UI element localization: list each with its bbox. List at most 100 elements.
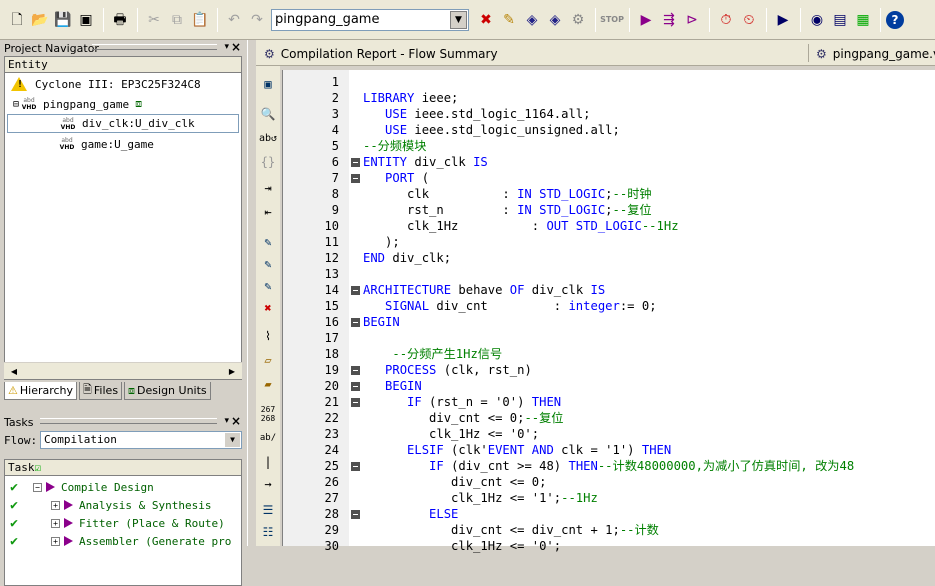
simulation-icon[interactable]: ▶ (772, 9, 794, 31)
scroll-left-icon[interactable]: ◀ (6, 364, 22, 379)
hierarchy-icon: ⧈ (135, 97, 143, 110)
new-file-icon[interactable]: 🗋 (6, 9, 28, 31)
code-line: USE ieee.std_logic_1164.all; (385, 107, 591, 121)
expand-icon[interactable]: + (51, 500, 60, 510)
vhdl-file-icon: abd VHD (60, 116, 76, 131)
pin-icon[interactable]: ▾ (224, 42, 229, 52)
save-icon[interactable]: 💾 (52, 9, 74, 31)
tree-item-game[interactable]: abd VHD game:U_game (59, 135, 154, 153)
project-navigator-label: Project Navigator (4, 41, 99, 55)
expand-icon[interactable]: + (51, 536, 60, 546)
replace-icon[interactable]: ab↺ (258, 128, 278, 148)
line-number: 1 (331, 75, 339, 89)
panel-splitter[interactable] (247, 40, 256, 546)
code-line: IF (div_cnt >= 48) THEN--计数48000000,为减小了… (429, 459, 855, 473)
block-comment-icon[interactable]: ▱ (258, 350, 278, 370)
fold-toggle-icon[interactable] (351, 510, 360, 519)
task-row[interactable]: ✔ + Analysis & Synthesis (5, 496, 211, 514)
pencil-icon[interactable]: ✎ (498, 9, 520, 31)
line-number: 23 (324, 427, 339, 441)
fold-toggle-icon[interactable] (351, 158, 360, 167)
fold-toggle-icon[interactable] (351, 366, 360, 375)
bookmark-next-icon[interactable]: ✎ (258, 254, 278, 274)
top-entity-row[interactable]: ⊟ abd VHD pingpang_game ⧈ (13, 95, 142, 113)
expand-icon[interactable]: + (51, 518, 60, 528)
fold-toggle-icon[interactable] (351, 318, 360, 327)
list-icon[interactable]: ☰ (258, 500, 278, 520)
close-icon[interactable]: × (231, 40, 241, 54)
tab-compilation-report[interactable]: ⚙ Compilation Report - Flow Summary (264, 44, 498, 64)
fold-toggle-icon[interactable] (351, 174, 360, 183)
help-icon[interactable]: ? (886, 10, 904, 29)
tree-item-div-clk[interactable]: abd VHD div_clk:U_div_clk (7, 114, 239, 133)
tab-design-units[interactable]: ⧈ Design Units (124, 382, 211, 400)
line-number: 2 (331, 91, 339, 105)
stop-icon[interactable]: STOP (600, 9, 624, 31)
task-row[interactable]: ✔ − Compile Design (5, 478, 154, 496)
pin-planner-icon[interactable]: ◈ (544, 9, 566, 31)
indent-icon[interactable]: ⇥ (258, 178, 278, 198)
megawizard-icon[interactable]: ▦ (852, 9, 874, 31)
tab-divider (808, 44, 809, 62)
tab-vhdl-file[interactable]: ⚙ pingpang_game.vhd (816, 44, 935, 64)
line-number: 19 (324, 363, 339, 377)
cut-icon[interactable]: ✂ (143, 9, 165, 31)
list-alt-icon[interactable]: ☷ (258, 522, 278, 542)
paste-icon[interactable]: 📋 (189, 9, 211, 31)
collapse-icon[interactable]: − (33, 482, 42, 492)
horizontal-scrollbar[interactable]: ◀ ▶ (4, 362, 242, 379)
fold-toggle-icon[interactable] (351, 462, 360, 471)
ab-tool[interactable]: ab/ (258, 428, 278, 448)
fold-toggle-icon[interactable] (351, 382, 360, 391)
scroll-right-icon[interactable]: ▶ (224, 364, 240, 379)
braces-icon[interactable]: {} (258, 152, 278, 172)
cursor-bar-icon[interactable]: | (258, 452, 278, 472)
chevron-down-icon[interactable]: ▼ (225, 433, 240, 447)
analysis-elaboration-icon[interactable]: ⊳ (681, 9, 703, 31)
bookmark-clear-icon[interactable]: ✖ (258, 298, 278, 318)
assignment-editor-icon[interactable]: ◈ (521, 9, 543, 31)
fold-toggle-icon[interactable] (351, 286, 360, 295)
task-row[interactable]: ✔ + Assembler (Generate pro (5, 532, 231, 550)
save-all-icon[interactable]: ▣ (75, 9, 97, 31)
bookmark-prev-icon[interactable]: ✎ (258, 276, 278, 296)
copy-icon[interactable]: ⧉ (166, 9, 188, 31)
timequest-icon[interactable]: ⏲ (738, 9, 760, 31)
line-number-gutter: 1 2 3 4 5 6 7 8 9 10 11 12 13 14 15 16 17 18 19 20 21 22 23 24 2… (283, 70, 349, 553)
tab-label: pingpang_game.vhd (832, 47, 935, 61)
toolbar-separator (766, 7, 767, 32)
outdent-icon[interactable]: ⇤ (258, 202, 278, 222)
start-compilation-icon[interactable]: ▶ (635, 9, 657, 31)
timing-analyzer-icon[interactable]: ⏱ (715, 9, 737, 31)
tab-files[interactable]: 🗎 Files (79, 382, 123, 400)
settings-icon[interactable]: ⚙ (567, 9, 589, 31)
task-row[interactable]: ✔ + Fitter (Place & Route) (5, 514, 225, 532)
open-folder-icon[interactable]: 📂 (29, 9, 51, 31)
device-row[interactable]: Cyclone III: EP3C25F324C8 (11, 75, 201, 93)
insert-template-icon[interactable] (258, 378, 278, 398)
chip-planner-icon[interactable]: ✖ (475, 9, 497, 31)
programmer-icon[interactable]: ▤ (829, 9, 851, 31)
drag-grip[interactable] (40, 418, 217, 424)
tab-hierarchy[interactable]: ⚠ Hierarchy (4, 382, 78, 400)
project-select[interactable]: pingpang_game ▼ (271, 8, 469, 31)
window-icon[interactable]: ▣ (258, 74, 278, 94)
code-editor[interactable]: 1 2 3 4 5 6 7 8 9 10 11 12 13 14 15 16 17 18 19 20 21 22 23 24 2… (282, 70, 935, 553)
print-icon[interactable]: 🖶 (109, 9, 131, 31)
bookmark-toggle-icon[interactable]: ✎ (258, 232, 278, 252)
analysis-synthesis-icon[interactable]: ⇶ (658, 9, 680, 31)
undo-icon[interactable]: ↶ (223, 9, 245, 31)
tab-label: Hierarchy (19, 384, 74, 397)
chevron-down-icon[interactable]: ▼ (450, 10, 467, 29)
flow-select[interactable]: Compilation ▼ (40, 431, 242, 449)
attach-icon[interactable]: ⌇ (258, 326, 278, 346)
collapse-icon[interactable]: ⊟ (13, 99, 19, 110)
arrow-right-icon[interactable]: → (258, 474, 278, 494)
fold-toggle-icon[interactable] (351, 398, 360, 407)
redo-icon[interactable]: ↷ (246, 9, 268, 31)
close-icon[interactable]: × (231, 414, 241, 428)
pin-icon[interactable]: ▾ (224, 416, 229, 426)
drag-grip[interactable] (92, 44, 217, 50)
find-icon[interactable]: 🔍 (258, 104, 278, 124)
rtl-viewer-icon[interactable]: ◉ (806, 9, 828, 31)
